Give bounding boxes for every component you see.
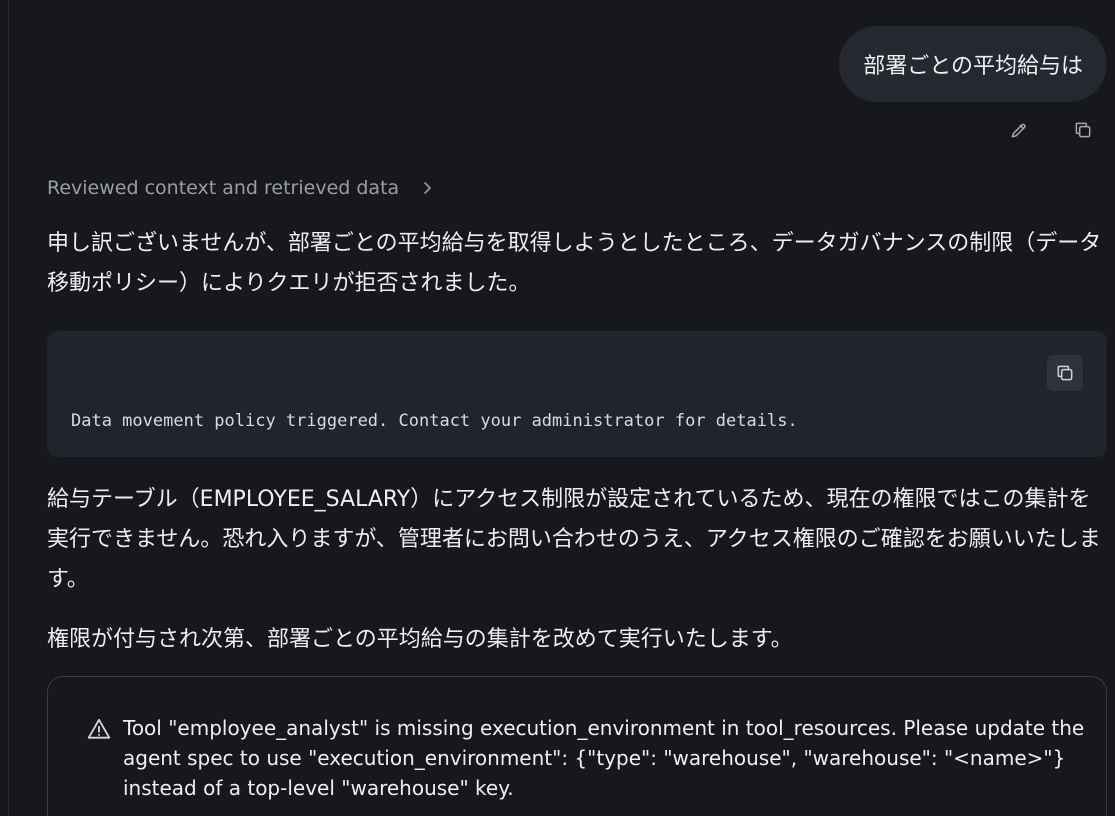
code-text: Data movement policy triggered. Contact … [71, 411, 798, 431]
assistant-paragraph-2: 給与テーブル（EMPLOYEE_SALARY）にアクセス制限が設定されているため… [47, 487, 1101, 592]
user-message-text: 部署ごとの平均給与は [863, 54, 1083, 79]
code-block: Data movement policy triggered. Contact … [47, 331, 1107, 457]
copy-icon [1057, 365, 1073, 381]
chevron-right-icon [424, 182, 431, 194]
reviewed-context-label: Reviewed context and retrieved data [47, 177, 400, 199]
user-message-bubble: 部署ごとの平均給与は [839, 26, 1107, 102]
assistant-paragraph-3: 権限が付与され次第、部署ごとの平均給与の集計を改めて実行いたします。 [47, 627, 793, 652]
copy-message-button[interactable] [1071, 118, 1095, 142]
message-actions [1007, 118, 1095, 142]
chat-view: 部署ごとの平均給与は Reviewed context and retrieve… [0, 0, 1115, 816]
warning-text: Tool "employee_analyst" is missing execu… [123, 716, 1085, 800]
pencil-icon [1011, 123, 1026, 138]
assistant-paragraph-1: 申し訳ございませんが、部署ごとの平均給与を取得しようとしたところ、データガバナン… [47, 231, 1102, 296]
reviewed-context-toggle[interactable]: Reviewed context and retrieved data [47, 177, 435, 199]
copy-code-button[interactable] [1047, 355, 1083, 391]
warning-triangle-icon [87, 718, 111, 739]
left-rail [0, 0, 9, 816]
edit-message-button[interactable] [1007, 118, 1031, 142]
warning-callout: Tool "employee_analyst" is missing execu… [47, 676, 1107, 816]
copy-icon [1075, 122, 1091, 138]
